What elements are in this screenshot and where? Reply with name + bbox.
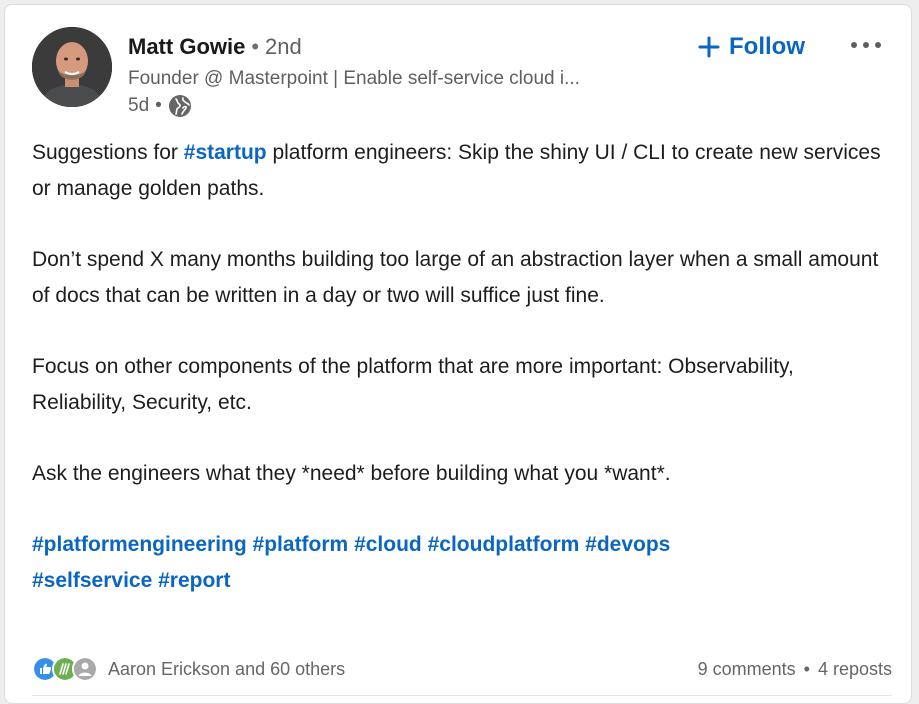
avatar-photo — [32, 27, 112, 107]
hashtag-link[interactable]: #startup — [184, 141, 267, 164]
separator-dot: • — [155, 95, 162, 116]
post-body: Suggestions for #startup platform engine… — [32, 135, 892, 599]
social-counts: Aaron Erickson and 60 others 9 comments … — [32, 655, 892, 683]
more-options-button[interactable] — [842, 31, 890, 59]
globe-icon — [168, 94, 192, 118]
hashtag-link[interactable]: #report — [158, 569, 230, 592]
hashtag-link[interactable]: #platformengineering — [32, 533, 247, 556]
post-time: 5d — [128, 95, 150, 116]
plus-icon — [698, 36, 720, 58]
post-paragraph: Don’t spend X many months building too l… — [32, 248, 879, 307]
engagement-counts: 9 comments • 4 reposts — [698, 659, 892, 680]
reposts-count[interactable]: 4 reposts — [818, 659, 892, 680]
post-paragraph: Suggestions for #startup platform engine… — [32, 135, 892, 207]
post-card: Matt Gowie • 2nd Founder @ Masterpoint | E… — [4, 4, 912, 704]
avatar[interactable] — [32, 27, 112, 107]
comments-count[interactable]: 9 comments — [698, 659, 796, 680]
follow-button[interactable]: Follow — [697, 30, 805, 64]
post-meta: 5d • — [128, 94, 192, 118]
post-paragraph: Ask the engineers what they *need* befor… — [32, 462, 671, 485]
post-text: Suggestions for — [32, 141, 184, 164]
separator-dot: • — [803, 658, 810, 679]
hashtag-link[interactable]: #platform — [253, 533, 349, 556]
reaction-icons[interactable] — [32, 656, 98, 682]
ellipsis-icon — [851, 42, 881, 48]
hashtag-link[interactable]: #cloud — [354, 533, 422, 556]
follow-label: Follow — [729, 33, 805, 60]
divider — [32, 695, 892, 696]
separator-dot: • — [251, 34, 260, 59]
hashtag-link[interactable]: #cloudplatform — [428, 533, 580, 556]
post-paragraph: Focus on other components of the platfor… — [32, 355, 794, 414]
hashtag-list: #platformengineering #platform #cloud #c… — [32, 527, 892, 599]
reactions-summary[interactable]: Aaron Erickson and 60 others — [108, 659, 345, 680]
support-icon — [72, 656, 98, 682]
author-line: Matt Gowie • 2nd — [128, 34, 302, 60]
author-headline: Founder @ Masterpoint | Enable self-serv… — [128, 68, 580, 89]
author-name[interactable]: Matt Gowie — [128, 34, 245, 59]
hashtag-link[interactable]: #selfservice — [32, 569, 152, 592]
hashtag-link[interactable]: #devops — [585, 533, 670, 556]
connection-degree: 2nd — [265, 34, 302, 59]
